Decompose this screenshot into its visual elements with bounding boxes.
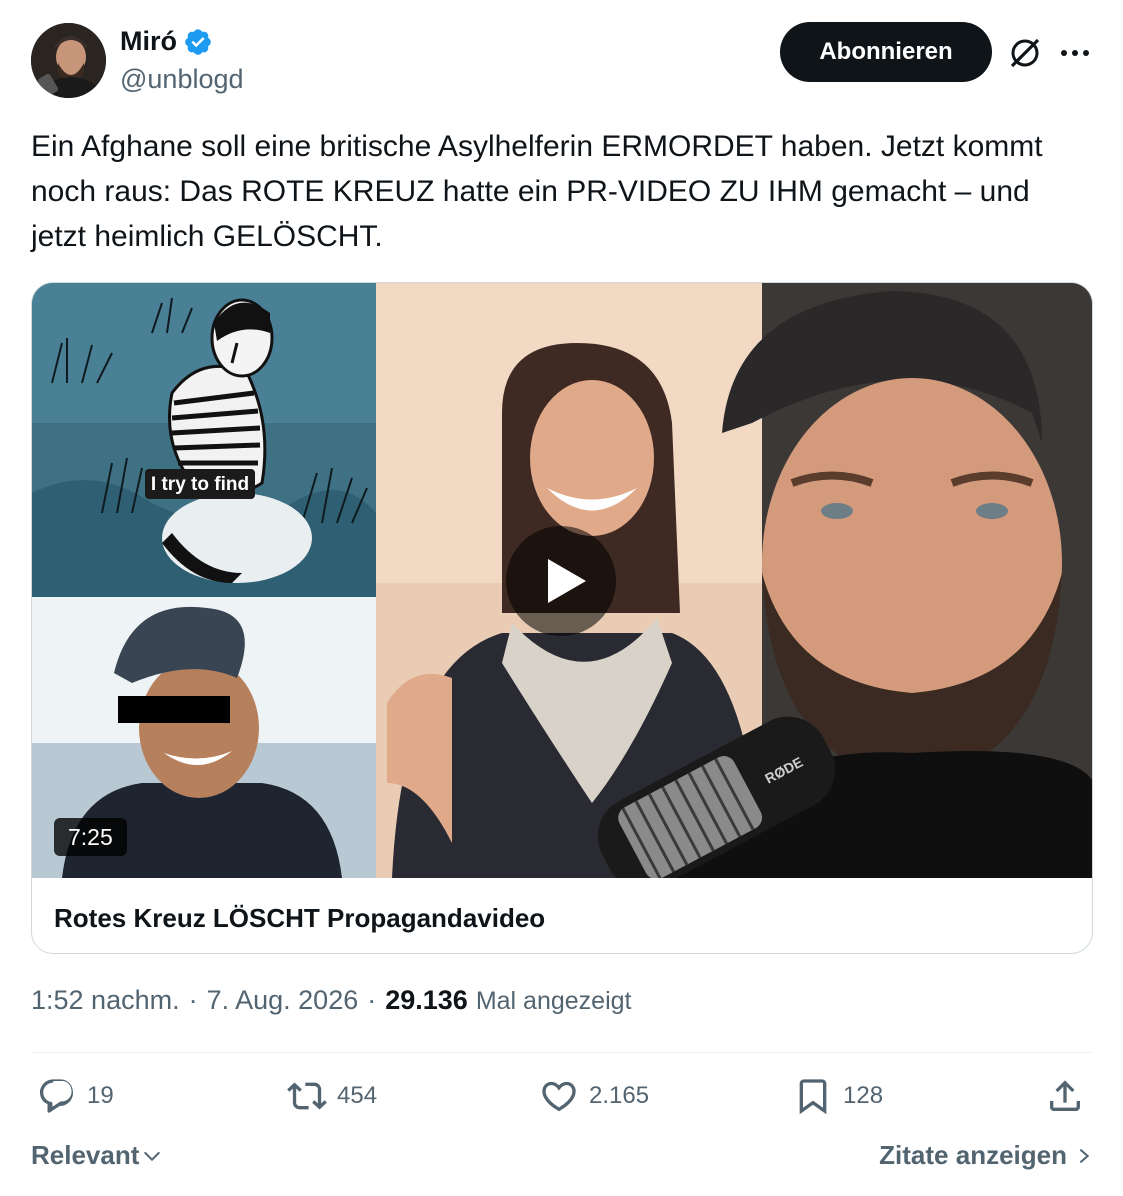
subscribe-button[interactable]: Abonnieren	[780, 22, 992, 82]
meta-separator: ·	[188, 985, 198, 1015]
share-icon	[1050, 1080, 1080, 1111]
bookmark-button[interactable]: 128	[793, 1076, 883, 1116]
bookmark-count: 128	[843, 1082, 884, 1109]
avatar[interactable]	[31, 23, 106, 98]
repost-icon	[287, 1082, 327, 1110]
chevron-right-icon	[1079, 1148, 1090, 1163]
reply-icon	[39, 1079, 74, 1113]
avatar-image	[31, 23, 106, 98]
like-count: 2.165	[589, 1082, 650, 1109]
heart-icon	[542, 1081, 576, 1112]
repost-count: 454	[337, 1082, 378, 1109]
divider	[31, 1052, 1093, 1053]
reply-button[interactable]: 19	[37, 1076, 114, 1116]
meta-separator: ·	[367, 985, 377, 1015]
video-thumbnail[interactable]: I try to find RØDE 7:25	[32, 283, 1092, 878]
author-handle[interactable]: @unblogd	[120, 64, 244, 95]
view-quotes-link[interactable]: Zitate anzeigen	[879, 1140, 1093, 1171]
quotes-label: Zitate anzeigen	[879, 1140, 1067, 1170]
video-card[interactable]: I try to find RØDE 7:25 Rotes Kreuz LÖSC…	[31, 282, 1093, 954]
sort-dropdown[interactable]: Relevant	[31, 1140, 163, 1171]
chevron-down-icon	[144, 1151, 161, 1161]
video-duration: 7:25	[54, 818, 127, 856]
share-button[interactable]	[1045, 1076, 1085, 1116]
tweet-time[interactable]: 1:52 nachm.	[31, 985, 180, 1016]
bookmark-icon	[799, 1079, 827, 1115]
tweet-header: Miró @unblogd Abonnieren	[31, 22, 1093, 102]
verified-badge-icon[interactable]	[183, 27, 213, 57]
card-title[interactable]: Rotes Kreuz LÖSCHT Propagandavideo	[54, 903, 545, 934]
action-bar: 19 454 2.165 128	[31, 1076, 1093, 1120]
repost-button[interactable]: 454	[287, 1076, 377, 1116]
views-label: Mal angezeigt	[475, 987, 632, 1015]
thumbnail-caption: I try to find	[151, 474, 249, 495]
views-count: 29.136	[385, 985, 468, 1015]
author-name[interactable]: Miró	[120, 26, 177, 57]
like-button[interactable]: 2.165	[539, 1076, 649, 1116]
tweet-meta: 1:52 nachm. · 7. Aug. 2026 · 29.136 Mal …	[31, 985, 631, 1016]
tweet-date[interactable]: 7. Aug. 2026	[207, 985, 359, 1016]
play-icon[interactable]	[506, 526, 616, 636]
grok-icon[interactable]	[1008, 36, 1042, 70]
more-dots-icon[interactable]	[1057, 36, 1093, 70]
reply-controls: Relevant Zitate anzeigen	[31, 1140, 1093, 1180]
tweet-text: Ein Afghane soll eine britische Asylhelf…	[31, 130, 1043, 253]
reply-count: 19	[87, 1082, 114, 1109]
sort-label: Relevant	[31, 1140, 140, 1170]
author-name-row[interactable]: Miró	[120, 26, 213, 57]
